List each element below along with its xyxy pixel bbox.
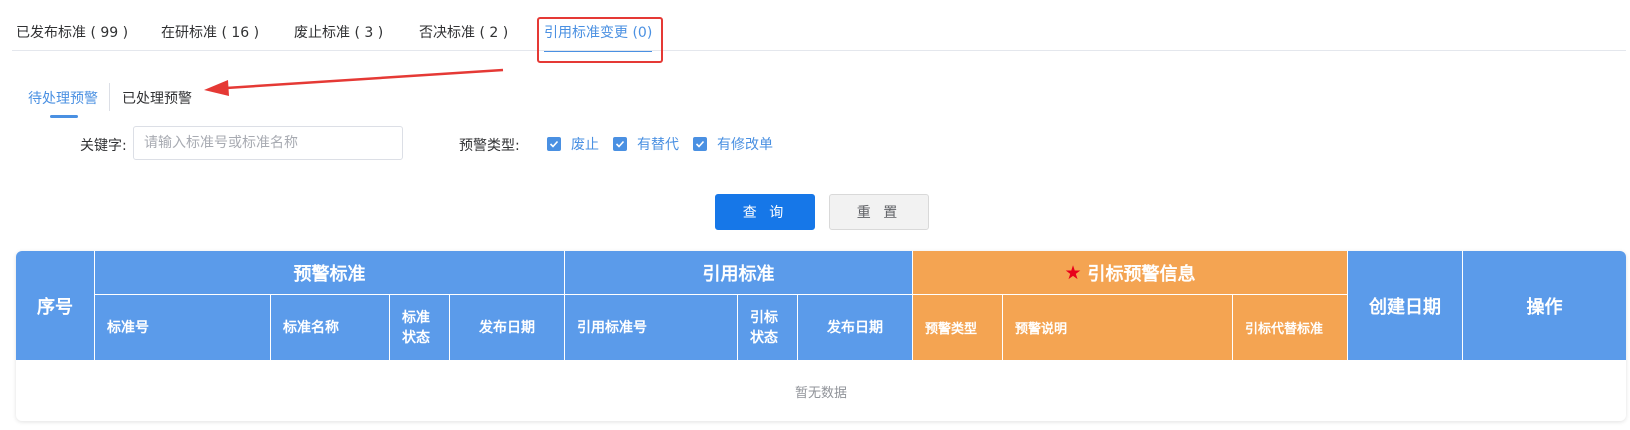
empty-state-text: 暂无数据 bbox=[794, 385, 847, 401]
subtab-divider bbox=[109, 83, 110, 111]
reset-button[interactable]: 重 置 bbox=[829, 194, 929, 230]
group-header-label: 引标预警信息 bbox=[1087, 263, 1196, 285]
warning-type-label: 预警类型: bbox=[459, 138, 520, 154]
col-header-publish-date: 发布日期 bbox=[450, 295, 565, 361]
checkbox-checked-icon bbox=[547, 137, 561, 151]
group-header-warning-standard: 预警标准 bbox=[95, 251, 565, 295]
checkbox-checked-icon bbox=[613, 137, 627, 151]
checkbox-has-replacement[interactable]: 有替代 bbox=[613, 134, 679, 154]
subtab-label: 已处理预警 bbox=[122, 91, 192, 107]
col-header-ref-publish-date: 发布日期 bbox=[798, 295, 913, 361]
col-header-ref-standard-no: 引用标准号 bbox=[565, 295, 738, 361]
group-header-warning-info: ★ 引标预警信息 bbox=[913, 251, 1348, 295]
subtab-label: 待处理预警 bbox=[28, 91, 98, 107]
col-header-warning-desc: 预警说明 bbox=[1003, 295, 1233, 361]
checkbox-label: 废止 bbox=[571, 137, 599, 153]
col-header-replacement-standard: 引标代替标准 bbox=[1233, 295, 1348, 361]
query-button[interactable]: 查 询 bbox=[715, 194, 815, 230]
col-header-standard-status: 标准 状态 bbox=[390, 295, 450, 361]
star-icon: ★ bbox=[1064, 261, 1082, 284]
results-table: 序号 预警标准 标准号 标准名称 标准 状态 发布日期 引用标准 引用标准号 引… bbox=[16, 251, 1626, 421]
checkbox-checked-icon bbox=[693, 137, 707, 151]
active-subtab-indicator bbox=[50, 115, 78, 118]
checkbox-label: 有修改单 bbox=[717, 137, 773, 153]
keyword-search-input[interactable] bbox=[133, 126, 403, 160]
checkbox-abolished[interactable]: 废止 bbox=[547, 134, 599, 154]
col-header-ref-status: 引标 状态 bbox=[738, 295, 798, 361]
subtab-processed-warnings[interactable]: 已处理预警 bbox=[122, 88, 192, 108]
col-header-warning-type: 预警类型 bbox=[913, 295, 1003, 361]
col-header-created-date: 创建日期 bbox=[1348, 251, 1463, 361]
col-header-standard-no: 标准号 bbox=[95, 295, 271, 361]
checkbox-has-amendment[interactable]: 有修改单 bbox=[693, 134, 773, 154]
subtab-pending-warnings[interactable]: 待处理预警 bbox=[28, 88, 98, 118]
group-header-referenced-standard: 引用标准 bbox=[565, 251, 913, 295]
checkbox-label: 有替代 bbox=[637, 137, 679, 153]
col-header-index: 序号 bbox=[16, 251, 95, 361]
col-header-action: 操作 bbox=[1463, 251, 1626, 361]
col-header-standard-name: 标准名称 bbox=[271, 295, 390, 361]
keyword-label: 关键字: bbox=[80, 138, 127, 154]
